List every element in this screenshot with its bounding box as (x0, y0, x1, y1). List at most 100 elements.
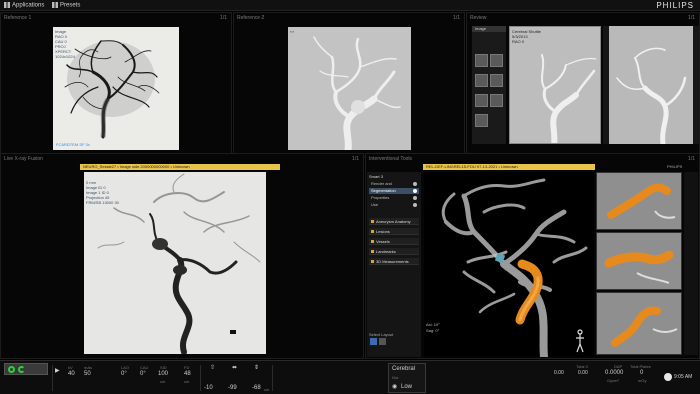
3d-vasculature-image (441, 178, 588, 357)
radio-icon (413, 189, 417, 193)
panel-count: 1/1 (688, 156, 695, 162)
brand-logo: PHILIPS (656, 1, 694, 10)
reference-1-image[interactable]: Image RAO 0 CAU 0 PROJ XPERCT 1024x1024 … (53, 27, 179, 150)
review-image-main[interactable]: Cerebral Shuttle 5/3/2013 RAO 0 (509, 26, 601, 144)
divider (200, 365, 201, 391)
layout-label: Select Layout (369, 332, 394, 337)
dap-unit: Gycm² (607, 378, 619, 383)
section-landmarks[interactable]: Landmarks (369, 248, 419, 255)
eye-icon: ◉ (392, 384, 398, 390)
tools-side-panel: Smart 3 Render and Reconstruction Segmen… (367, 172, 421, 357)
section-marker-icon (371, 240, 374, 243)
thumbnail[interactable] (475, 94, 488, 107)
fd-value: 48 (184, 371, 191, 377)
presets-menu[interactable]: Presets (52, 2, 80, 9)
total-x-label: Total X (576, 364, 589, 369)
frames-value-1: 0.00 (554, 370, 564, 376)
total-plates-value: 0 (640, 370, 644, 376)
review-thumbnail-list[interactable]: Image (472, 26, 506, 144)
view-angle-sag: Sag: 0° (426, 328, 440, 333)
slice-view-1[interactable] (596, 172, 682, 230)
section-label: Lesions (376, 229, 390, 234)
acquisition-ready-button[interactable] (4, 363, 48, 375)
section-marker-icon (371, 250, 374, 253)
play-icon[interactable]: ▶ (55, 367, 60, 374)
radio-icon (413, 196, 417, 200)
thumbnail-header: Image (472, 26, 506, 32)
tools-scroll-strip[interactable] (684, 172, 698, 355)
slice-image-3 (597, 293, 681, 354)
section-vessels[interactable]: Vessels (369, 238, 419, 245)
tool-segmentation[interactable]: Segmentation (369, 188, 419, 194)
panel-title: Reference 1 (4, 15, 32, 21)
fd-unit: cm (184, 379, 190, 384)
panel-count: 1/1 (453, 15, 460, 21)
section-label: Landmarks (376, 249, 396, 254)
slice-view-2[interactable] (596, 232, 682, 290)
panel-title: Live X-ray Fusion (4, 156, 43, 162)
panel-title: Reference 2 (237, 15, 265, 21)
panel-count: 1/1 (220, 15, 227, 21)
thumbnail[interactable] (490, 94, 503, 107)
3d-vessel-render[interactable]: Axi: 19° Sag: 0° (424, 172, 594, 357)
section-lesions[interactable]: Lesions (369, 228, 419, 235)
layout-button[interactable] (370, 338, 377, 345)
thumbnail[interactable] (475, 74, 488, 87)
panel-title: Interventional Tools (369, 156, 412, 162)
thumbnail[interactable] (475, 54, 488, 67)
layout-button[interactable] (379, 338, 386, 345)
panel-count: 1/1 (688, 15, 695, 21)
protocol-sub: N/a (392, 375, 399, 380)
table-lateral-icon[interactable]: ⬌ (232, 364, 237, 371)
section-label: Vessels (376, 239, 390, 244)
applications-menu[interactable]: Applications (4, 2, 44, 9)
live-xray-image[interactable]: 0 mm Image ID 0 Image 1 ID 0 Projection … (84, 172, 266, 354)
section-3d-measurements[interactable]: 3D Measurements (369, 258, 419, 265)
review-image-secondary[interactable] (603, 26, 699, 144)
dose-mode: Low (401, 384, 413, 390)
panel-title: Review (470, 15, 487, 21)
table-long-value: -68 (252, 385, 261, 391)
view-angle-axi: Axi: 19° (426, 322, 440, 327)
panel-count: 1/1 (352, 156, 359, 162)
section-aneurysm-anatomy[interactable]: Aneurysm Anatomy (369, 218, 419, 225)
total-plates-unit: mGy (638, 378, 647, 383)
table-up-icon[interactable]: ⇧ (210, 364, 215, 371)
tool-use[interactable]: Use (369, 202, 419, 208)
table-long-icon[interactable]: ⇕ (254, 364, 259, 371)
tool-label: Use (371, 202, 379, 207)
thumbnail[interactable] (475, 114, 488, 127)
section-label: 3D Measurements (376, 259, 409, 264)
section-marker-icon (371, 260, 374, 263)
applications-label: Applications (12, 2, 45, 9)
divider (272, 365, 273, 391)
angle2-value: 0° (140, 371, 146, 377)
sid-unit: cm (160, 379, 166, 384)
angle2-label: CAU (140, 365, 149, 370)
frames-value-2: 0.00 (578, 370, 588, 376)
tool-label: Properties (371, 195, 390, 200)
slice-view-3[interactable] (596, 292, 682, 355)
tools-subbar: REL-DEF-LINGREL15-FOU 07-13-2021 • Unkno… (423, 164, 595, 170)
bottom-status-bar: ▶ kV 40 mAs 50 LAO 0° CAU 0° SID 100 cm … (0, 360, 700, 394)
angiogram-lateral-image (288, 27, 411, 150)
fd-label: FD (184, 365, 190, 370)
radio-icon (413, 203, 417, 207)
tool-properties[interactable]: Properties (369, 195, 419, 201)
section-marker-icon (371, 230, 374, 233)
angle1-value: 0° (121, 371, 127, 377)
thumbnail[interactable] (490, 54, 503, 67)
total-plates-label: Total Plates (630, 364, 651, 369)
reference-2-image[interactable]: ▪▪▪ (288, 27, 411, 150)
mas-value: 50 (84, 371, 91, 377)
protocol-selector[interactable]: Cerebral N/a ◉ Low (388, 363, 426, 393)
ready-indicator-icon (8, 366, 15, 373)
sid-label: SID (160, 365, 167, 370)
review-overlay: Cerebral Shuttle 5/3/2013 RAO 0 (512, 29, 541, 44)
tool-panel-heading: Smart 3 (369, 174, 384, 179)
angiogram-review-secondary-image (609, 26, 693, 144)
thumbnail[interactable] (490, 74, 503, 87)
tool-render-reconstruction[interactable]: Render and Reconstruction (369, 181, 419, 192)
divider (52, 365, 53, 391)
angle1-label: LAO (121, 365, 130, 370)
